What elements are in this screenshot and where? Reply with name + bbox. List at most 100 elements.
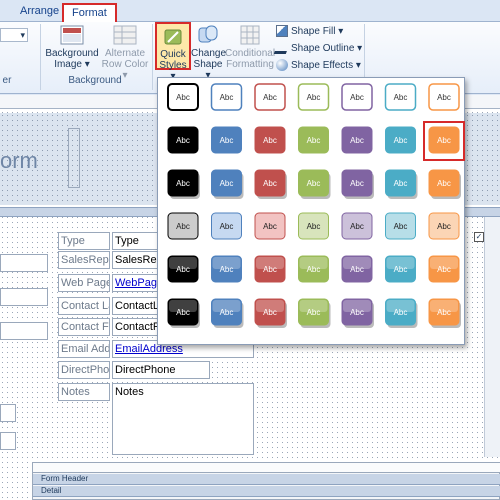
quick-style-swatch[interactable]: Abc [254,298,287,328]
quick-style-swatch[interactable]: Abc [341,83,373,111]
subform-ruler [33,463,500,473]
tab-format[interactable]: Format [62,3,117,22]
quick-style-swatch[interactable]: Abc [341,298,374,328]
shape-outline-command[interactable]: Shape Outline ▾ [273,41,362,56]
label-contact-first[interactable]: Contact Fi [58,318,110,336]
quick-style-swatch[interactable]: Abc [167,255,199,283]
swatch-label: Abc [263,179,277,188]
quick-style-swatch[interactable]: Abc [341,212,373,240]
quick-style-swatch[interactable]: Abc [385,126,416,154]
left-field-fragment[interactable] [0,254,48,272]
swatch-label: Abc [176,93,190,102]
label-notes[interactable]: Notes [58,383,110,401]
field-salesrep[interactable]: SalesRep [112,251,162,269]
quick-style-swatch[interactable]: Abc [428,169,461,199]
quick-style-swatch[interactable]: Abc [254,169,287,199]
quick-style-swatch[interactable]: Abc [211,126,242,154]
vertical-scrollbar[interactable] [484,217,500,457]
quick-style-swatch[interactable]: Abc [341,126,373,154]
background-image-button[interactable]: Background Image ▾ [44,24,100,70]
quick-style-swatch[interactable]: Abc [167,212,199,240]
quick-style-swatch[interactable]: Abc [254,212,286,240]
left-field-fragment[interactable] [0,288,48,306]
change-shape-button[interactable]: Change Shape ▾ [191,24,226,81]
label-web-page[interactable]: Web Page [58,274,110,292]
swatch-label: Abc [176,222,190,231]
swatch-label: Abc [176,308,190,317]
tab-arrange[interactable]: Arrange [12,3,67,22]
shape-fill-command[interactable]: Shape Fill ▾ [276,24,343,39]
swatch-label: Abc [350,265,364,274]
left-field-fragment[interactable] [0,432,16,450]
subform-form-header-band[interactable]: Form Header [33,474,500,485]
group-label-partial: er [2,75,12,86]
quick-style-swatch[interactable]: Abc [298,298,331,328]
quick-style-swatch[interactable]: Abc [385,255,416,283]
quick-style-swatch[interactable]: Abc [254,255,286,283]
quick-style-swatch[interactable]: Abc [385,212,416,240]
swatch-label: Abc [176,179,190,188]
quick-style-swatch[interactable]: Abc [210,83,243,111]
quick-style-swatch[interactable]: Abc [167,126,199,154]
subform-detail-band[interactable]: Detail [33,486,500,497]
quick-style-swatch[interactable]: Abc [385,298,418,328]
quick-style-swatch[interactable]: Abc [428,212,460,240]
label-salesrep[interactable]: SalesRep [58,251,110,269]
label-direct-phone[interactable]: DirectPhon [58,361,110,379]
quick-style-swatch[interactable]: Abc [211,169,244,199]
field-direct-phone[interactable]: DirectPhone [112,361,210,379]
quick-style-swatch[interactable]: Abc [297,83,330,111]
swatch-label: Abc [437,265,451,274]
quick-style-swatch[interactable]: Abc [211,298,244,328]
label-email-address[interactable]: Email Add [58,340,110,358]
quick-style-swatch[interactable]: Abc [254,126,286,154]
quick-styles-button[interactable]: Quick Styles ▾ [155,22,191,82]
quick-style-swatch[interactable]: Abc [254,83,286,111]
quick-style-swatch[interactable]: Abc [298,169,331,199]
quick-style-swatch[interactable]: Abc [298,212,329,240]
label-contact-last[interactable]: Contact La [58,297,110,315]
swatch-label: Abc [394,308,408,317]
shape-effects-command[interactable]: Shape Effects ▾ [276,58,361,73]
quick-style-swatch[interactable]: Abc [428,83,460,111]
conditional-formatting-label-1: Conditional [225,48,276,59]
form-title-label[interactable]: orm [0,148,38,174]
field-contact-last[interactable]: ContactLa [112,297,162,315]
quick-style-swatch[interactable]: Abc [167,83,199,111]
quick-style-swatch[interactable]: Abc [341,255,373,283]
left-field-fragment[interactable] [0,404,16,422]
swatch-label: Abc [220,222,234,231]
swatch-label: Abc [307,308,321,317]
header-image-placeholder[interactable] [68,128,80,188]
quick-styles-gallery: Abc Abc Abc Abc Abc Abc Abc Abc Abc Abc Abc Abc Abc A… [157,77,465,345]
label-type[interactable]: Type [58,232,110,250]
field-notes[interactable]: Notes [112,383,254,455]
quick-style-swatch[interactable]: Abc [298,255,329,283]
quick-style-swatch[interactable]: Abc [428,298,461,328]
shape-fill-label: Shape Fill ▾ [291,26,344,37]
field-contact-first[interactable]: ContactF [112,318,162,336]
swatch-label: Abc [350,179,364,188]
checkbox-control[interactable]: ✓ [474,232,484,242]
quick-style-swatch[interactable]: Abc [211,255,242,283]
quick-style-swatch[interactable]: Abc [211,212,242,240]
swatch-label: Abc [394,136,408,145]
quick-style-swatch[interactable]: Abc [167,169,200,199]
swatch-label: Abc [394,179,408,188]
swatch-label: Abc [220,136,234,145]
quick-style-swatch[interactable]: Abc [384,83,417,111]
subform-control[interactable]: Form Header Detail [32,462,500,500]
swatch-label: Abc [394,222,408,231]
quick-style-swatch[interactable]: Abc [298,126,329,154]
quick-style-swatch[interactable]: Abc [341,169,374,199]
quick-style-swatch[interactable]: Abc [167,298,200,328]
ribbon-tab-strip: Arrange Format [0,0,500,22]
dropdown-fragment[interactable]: ▾ [0,28,28,42]
alternate-row-color-button[interactable]: Alternate Row Color ▾ [100,24,150,81]
field-webpage[interactable]: WebPage [112,274,162,292]
conditional-formatting-button[interactable]: Conditional Formatting [225,24,275,70]
quick-style-swatch[interactable]: Abc [428,255,460,283]
quick-style-swatch[interactable]: Abc [385,169,418,199]
conditional-formatting-label-2: Formatting [226,59,274,70]
left-field-fragment[interactable] [0,322,48,340]
